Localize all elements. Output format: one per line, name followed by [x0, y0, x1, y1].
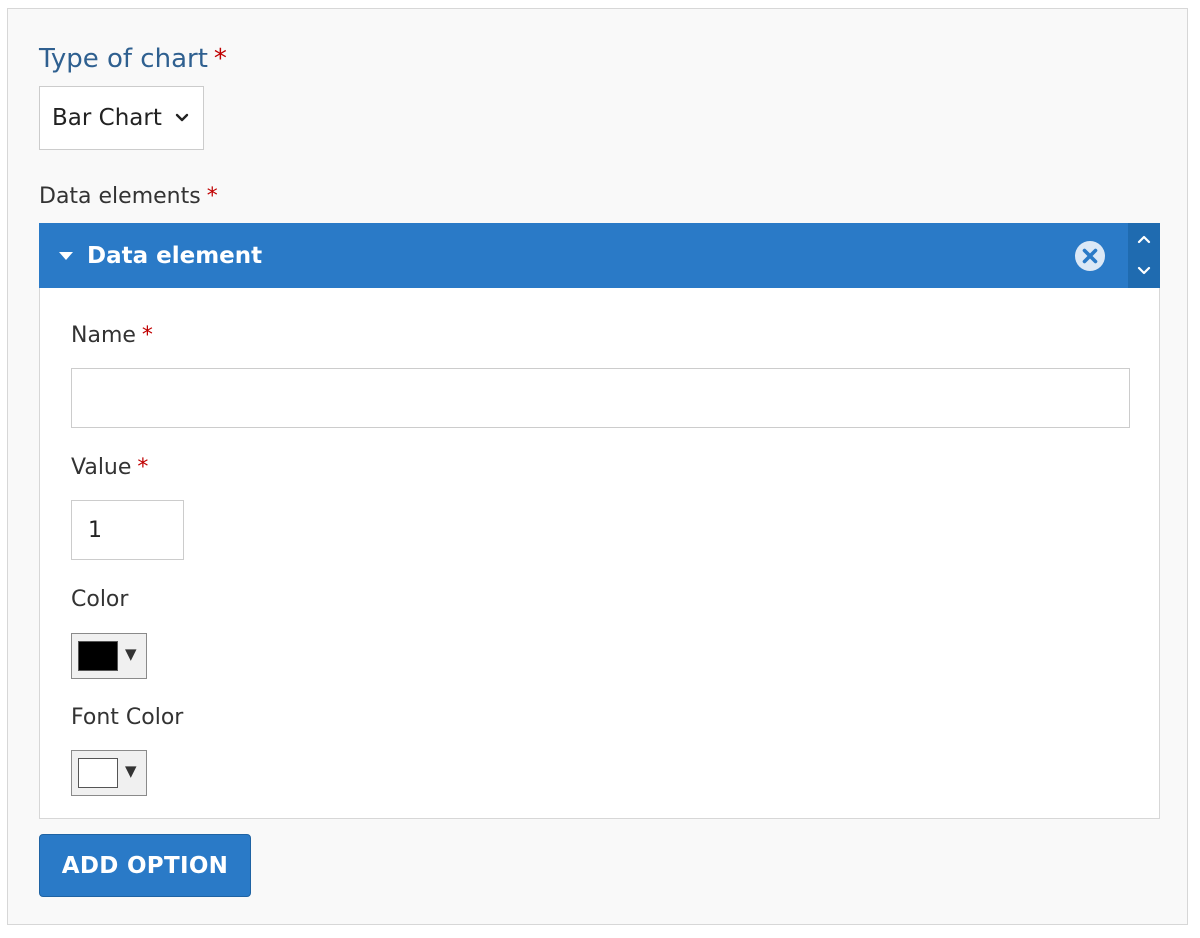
dropdown-arrow-icon: ▼: [125, 762, 137, 780]
collapse-toggle[interactable]: Data element: [59, 223, 262, 288]
value-label-text: Value: [71, 455, 132, 480]
close-circle-icon[interactable]: [1074, 240, 1106, 272]
color-label-text: Color: [71, 587, 129, 612]
data-elements-label-text: Data elements: [39, 184, 201, 209]
chart-type-select[interactable]: Bar Chart: [39, 86, 204, 150]
value-label: Value *: [71, 452, 148, 484]
chart-type-label-text: Type of chart: [39, 44, 208, 74]
data-elements-label: Data elements *: [39, 181, 218, 213]
required-marker: *: [206, 184, 218, 209]
required-marker: *: [137, 455, 149, 480]
color-swatch: [78, 641, 118, 671]
caret-down-icon: [59, 251, 73, 260]
font-color-label-text: Font Color: [71, 705, 184, 730]
form-container: Type of chart * Bar Chart Data elements * …: [7, 8, 1188, 925]
chevron-down-icon: [175, 113, 189, 122]
reorder-controls: [1128, 223, 1160, 288]
font-color-picker[interactable]: ▼: [71, 750, 147, 796]
dropdown-arrow-icon: ▼: [125, 645, 137, 663]
required-marker: *: [141, 323, 153, 348]
font-color-label: Font Color: [71, 702, 183, 734]
name-label: Name *: [71, 320, 153, 352]
chart-type-label: Type of chart *: [39, 41, 227, 77]
color-label: Color: [71, 584, 128, 616]
add-option-button[interactable]: ADD OPTION: [39, 834, 251, 897]
font-color-swatch: [78, 758, 118, 788]
name-input[interactable]: [71, 368, 1130, 428]
data-element-panel: Data element Name * Value * 1 Color ▼ Fo…: [39, 223, 1160, 819]
name-label-text: Name: [71, 323, 136, 348]
required-marker: *: [213, 44, 227, 74]
data-element-panel-header: Data element: [39, 223, 1160, 288]
color-picker[interactable]: ▼: [71, 633, 147, 679]
chevron-up-icon[interactable]: [1136, 231, 1152, 247]
data-element-title: Data element: [87, 242, 263, 269]
value-input[interactable]: [71, 500, 184, 560]
chart-type-selected-value: Bar Chart: [52, 105, 162, 131]
chevron-down-icon[interactable]: [1136, 263, 1152, 279]
